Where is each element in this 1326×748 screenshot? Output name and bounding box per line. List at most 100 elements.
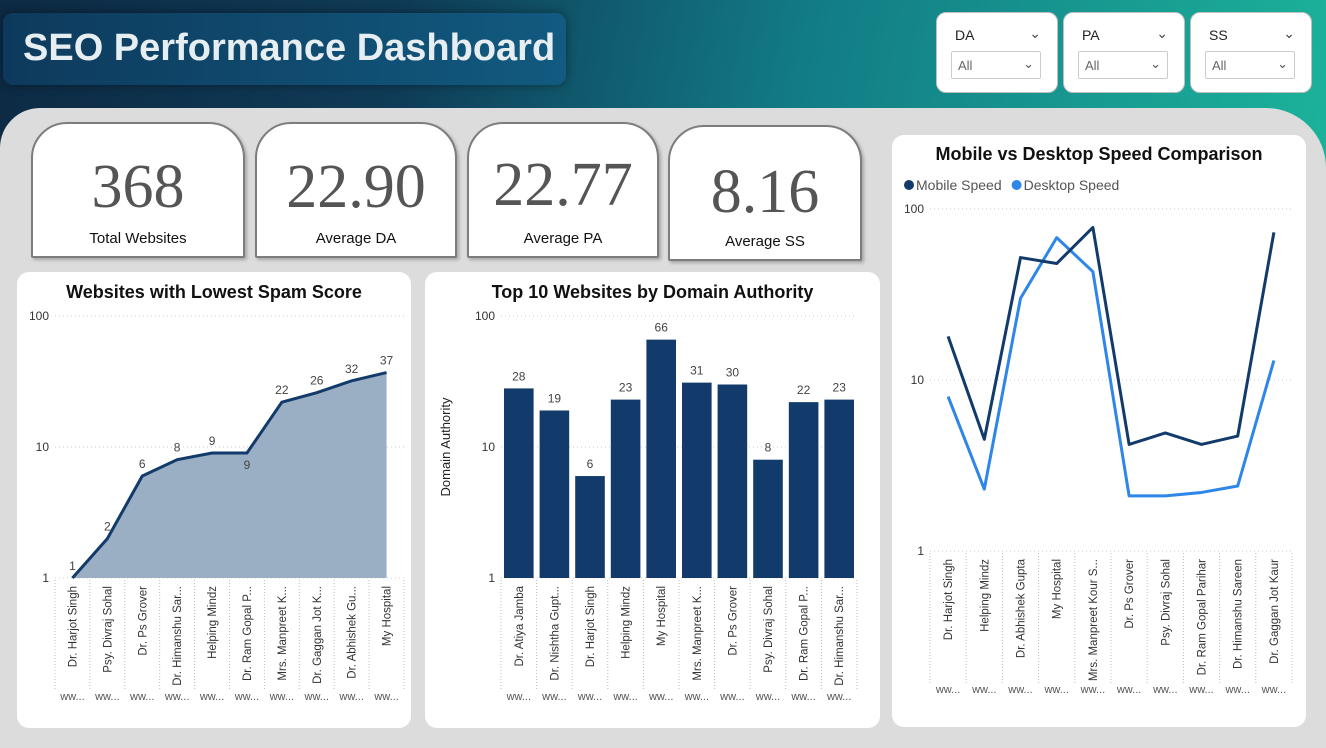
series-line [946, 225, 1276, 446]
kpi-card-average-da: 22.90 Average DA [255, 122, 457, 258]
data-label: 22 [797, 383, 811, 397]
slicer-ss[interactable]: SS ⌄ All ⌄ [1190, 12, 1312, 93]
x-tick-label: My Hospital [1052, 559, 1064, 619]
chevron-down-icon: ⌄ [1277, 56, 1288, 71]
series-line [946, 236, 1276, 498]
y-tick-label: 1 [488, 571, 495, 585]
x-tick-label: Dr. Ps Grover [727, 586, 739, 656]
spam-score-area-chart: 1 10 100 Dr. Harjot Singh ww... Psy. Divraj S… [29, 309, 405, 703]
legend-marker [904, 180, 914, 190]
kpi-label: Average DA [315, 230, 397, 247]
data-label: 8 [765, 441, 772, 455]
x-tick-label: Helping Mindz [621, 586, 633, 659]
chevron-down-icon[interactable]: ⌄ [1156, 25, 1168, 42]
data-label: 22 [275, 383, 289, 397]
chart-card-lowest-spam: Websites with Lowest Spam Score 1 10 100 Dr… [17, 272, 411, 728]
x-tick-label: Dr. Atiya Jamba [514, 585, 526, 666]
x-subcategory-label: ww... [541, 691, 566, 703]
y-tick-label: 10 [911, 373, 925, 387]
x-subcategory-label: ww... [1080, 684, 1105, 696]
bar [504, 388, 534, 578]
x-tick-label: Dr. Himanshu Sar... [172, 586, 184, 686]
slicer-value: All [1085, 58, 1100, 73]
data-label: 32 [345, 362, 359, 376]
x-subcategory-label: ww... [1261, 684, 1286, 696]
data-label: 23 [619, 381, 633, 395]
x-subcategory-label: ww... [1224, 684, 1249, 696]
slicer-label: DA [955, 27, 975, 43]
bar [575, 476, 605, 578]
x-tick-label: Dr. Gaggan Jot Kaur [1269, 559, 1281, 664]
x-subcategory-label: ww... [1152, 684, 1177, 696]
data-label: 6 [587, 457, 594, 471]
y-axis-title: Domain Authority [438, 397, 453, 496]
page-title: SEO Performance Dashboard [23, 27, 556, 69]
x-subcategory-label: ww... [506, 691, 531, 703]
data-label: 1 [69, 559, 76, 573]
kpi-value: 22.90 [286, 153, 426, 221]
x-tick-label: Dr. Abhishek Gupta [1016, 558, 1028, 658]
chart-card-top-domain-authority: Top 10 Websites by Domain Authority 1 10 1… [425, 272, 880, 728]
x-subcategory-label: ww... [790, 691, 815, 703]
bar [788, 402, 819, 578]
domain-authority-bar-chart: 1 10 100 Dr. Atiya Jamba ww... Dr. Nishtha Gu… [438, 309, 858, 703]
data-label: 66 [655, 321, 669, 335]
slicer-dropdown[interactable]: All ⌄ [951, 51, 1041, 79]
x-tick-label: Helping Mindz [979, 559, 991, 632]
x-tick-label: Dr. Ps Grover [1124, 559, 1136, 629]
slicer-da[interactable]: DA ⌄ All ⌄ [936, 12, 1058, 93]
data-label: 2 [104, 520, 111, 534]
x-subcategory-label: ww... [648, 691, 673, 703]
x-subcategory-label: ww... [719, 691, 744, 703]
speed-line-chart: 1 10 100 Dr. Harjot Singh ww... Helping Mindz… [904, 177, 1293, 696]
slicer-dropdown[interactable]: All ⌄ [1205, 51, 1295, 79]
x-subcategory-label: ww... [94, 691, 119, 703]
chart-card-speed-comparison: Mobile vs Desktop Speed Comparison 1 10 10… [892, 135, 1306, 727]
data-label: 26 [310, 374, 324, 388]
data-label: 9 [244, 458, 251, 472]
x-subcategory-label: ww... [269, 691, 294, 703]
kpi-value: 8.16 [710, 158, 820, 226]
slicer-dropdown[interactable]: All ⌄ [1078, 51, 1168, 79]
y-tick-label: 10 [482, 440, 496, 454]
x-tick-label: Dr. Harjot Singh [585, 586, 597, 667]
x-tick-label: My Hospital [656, 586, 668, 646]
chevron-down-icon[interactable]: ⌄ [1283, 25, 1295, 42]
data-label: 30 [726, 365, 740, 379]
x-subcategory-label: ww... [129, 691, 154, 703]
y-tick-label: 100 [29, 309, 49, 323]
x-subcategory-label: ww... [826, 691, 851, 703]
x-tick-label: Psy. Divraj Sohal [102, 586, 114, 673]
slicer-label: PA [1082, 27, 1100, 43]
kpi-label: Average SS [725, 233, 805, 250]
x-tick-label: Dr. Gaggan Jot K... [312, 586, 324, 684]
slicer-value: All [1212, 58, 1227, 73]
bar [682, 382, 712, 578]
chevron-down-icon[interactable]: ⌄ [1029, 25, 1041, 42]
kpi-value: 368 [91, 153, 185, 221]
x-tick-label: Dr. Harjot Singh [67, 586, 79, 667]
x-tick-label: Dr. Ram Gopal Parihar [1197, 559, 1209, 675]
y-tick-label: 10 [36, 440, 50, 454]
x-subcategory-label: ww... [164, 691, 189, 703]
x-subcategory-label: ww... [755, 691, 780, 703]
x-tick-label: Dr. Ps Grover [137, 586, 149, 656]
x-subcategory-label: ww... [304, 691, 329, 703]
data-label: 6 [139, 457, 146, 471]
slicer-pa[interactable]: PA ⌄ All ⌄ [1063, 12, 1185, 93]
x-tick-label: Dr. Himanshu Sar... [834, 586, 846, 686]
x-tick-label: Mrs. Manpreet K... [277, 586, 289, 681]
kpi-card-total-websites: 368 Total Websites [31, 122, 245, 258]
x-tick-label: Psy. Divraj Sohal [1160, 559, 1172, 646]
x-subcategory-label: ww... [612, 691, 637, 703]
kpi-label: Average PA [523, 230, 603, 247]
x-subcategory-label: ww... [199, 691, 224, 703]
x-tick-label: Psy. Divraj Sohal [763, 586, 775, 673]
data-label: 19 [548, 391, 562, 405]
x-subcategory-label: ww... [971, 684, 996, 696]
legend-label: Mobile Speed [916, 177, 1002, 193]
kpi-card-average-ss: 8.16 Average SS [668, 125, 862, 261]
x-subcategory-label: ww... [59, 691, 84, 703]
bar [753, 459, 783, 578]
x-subcategory-label: ww... [234, 691, 259, 703]
